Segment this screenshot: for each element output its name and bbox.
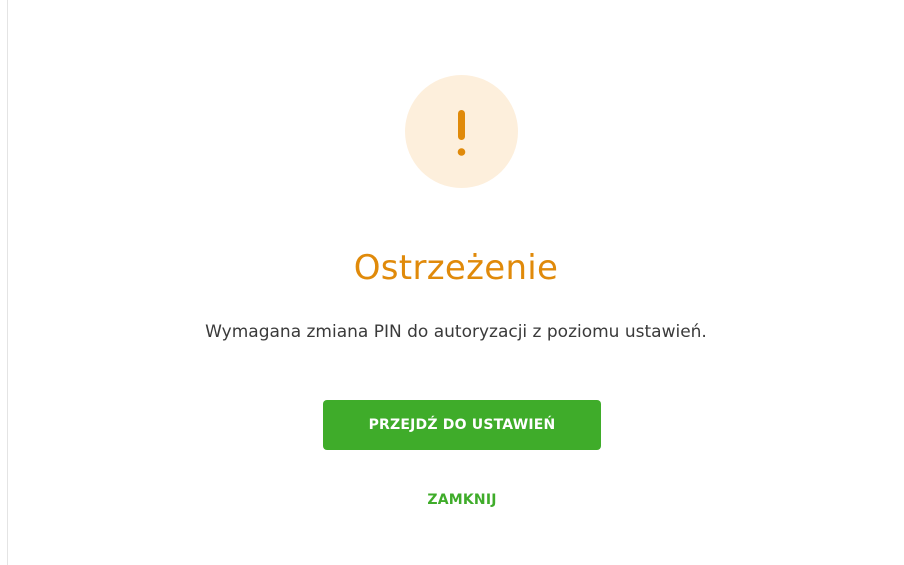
- close-button[interactable]: ZAMKNIJ: [391, 484, 533, 516]
- go-to-settings-button[interactable]: PRZEJDŹ DO USTAWIEŃ: [323, 400, 601, 450]
- exclamation-icon: [457, 110, 466, 156]
- warning-badge: [405, 75, 518, 188]
- dialog-message: Wymagana zmiana PIN do autoryzacji z poz…: [205, 322, 707, 342]
- warning-dialog: Ostrzeżenie Wymagana zmiana PIN do autor…: [8, 0, 904, 565]
- dialog-title: Ostrzeżenie: [353, 248, 559, 288]
